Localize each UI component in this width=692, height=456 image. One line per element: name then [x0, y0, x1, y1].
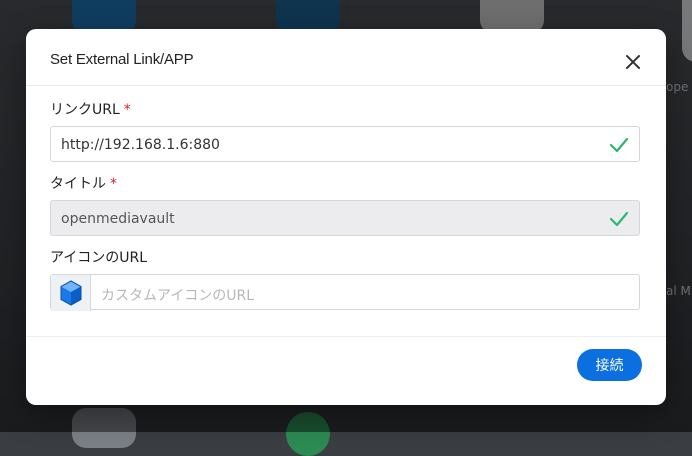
- dialog-header: Set External Link/APP: [26, 29, 666, 86]
- check-icon: [609, 211, 629, 227]
- close-icon: [626, 55, 640, 69]
- title-value: openmediavault: [61, 211, 175, 227]
- footer-divider: [26, 336, 666, 337]
- title-label-text: タイトル: [50, 176, 106, 192]
- link-url-label: リンクURL *: [50, 99, 131, 119]
- dialog-title: Set External Link/APP: [50, 51, 194, 68]
- title-input[interactable]: openmediavault: [50, 200, 640, 236]
- required-mark: *: [110, 176, 117, 192]
- external-link-dialog: Set External Link/APP リンクURL * http://192…: [26, 29, 666, 405]
- close-button[interactable]: [622, 51, 644, 73]
- icon-preview[interactable]: [51, 275, 91, 311]
- cube-icon: [60, 280, 82, 306]
- link-url-label-text: リンクURL: [50, 102, 120, 118]
- link-url-input[interactable]: http://192.168.1.6:880: [50, 126, 640, 162]
- link-url-value: http://192.168.1.6:880: [61, 137, 220, 153]
- title-label: タイトル *: [50, 173, 117, 193]
- icon-url-input[interactable]: カスタムアイコンのURL: [50, 274, 640, 311]
- icon-url-label: アイコンのURL: [50, 250, 148, 266]
- connect-button[interactable]: 接続: [577, 349, 642, 381]
- icon-url-placeholder: カスタムアイコンのURL: [101, 288, 255, 304]
- required-mark: *: [123, 102, 131, 118]
- check-icon: [609, 137, 629, 153]
